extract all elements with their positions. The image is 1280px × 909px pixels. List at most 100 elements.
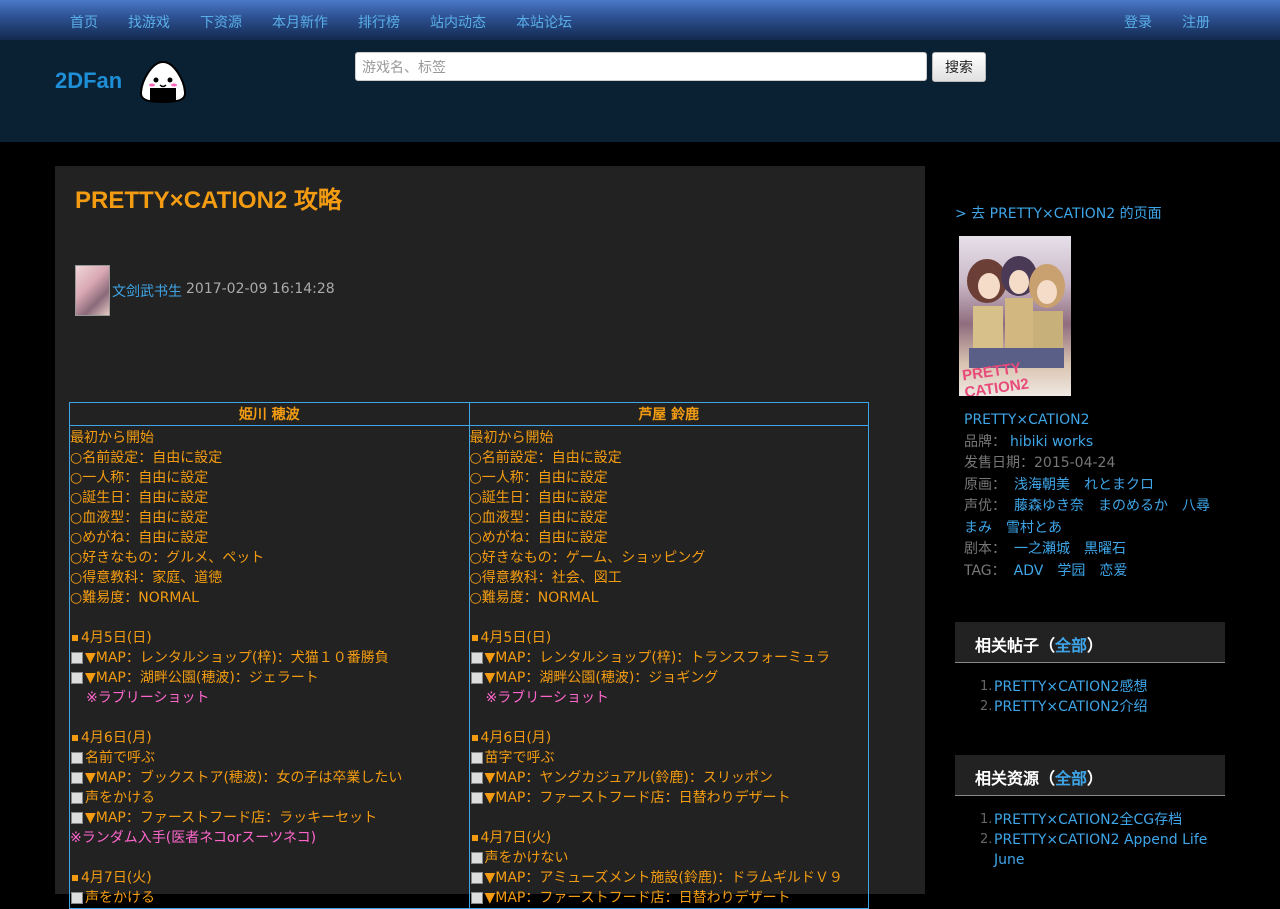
post-date: 2017-02-09 16:14:28 [186,281,335,297]
walkthrough-line: ○一人称：自由に設定 [70,468,469,488]
related-post-link[interactable]: PRETTY×CATION2感想 [994,679,1148,695]
artist-link[interactable]: 浅海朝美 [1014,477,1070,493]
line-text: ○血液型：自由に設定 [70,510,209,526]
line-text: ○難易度：NORMAL [469,590,599,606]
related-resources-all-link[interactable]: 全部 [1055,769,1087,788]
voice-actor-link[interactable]: 藤森ゆき奈 [1014,498,1084,514]
page-title: PRETTY×CATION2 攻略 [75,187,342,214]
walkthrough-line: ▼MAP：アミューズメント施設(鈴鹿)：ドラムギルドＶ９ [470,868,869,888]
walkthrough-line: 4月6日(月) [470,728,869,748]
walkthrough-line: ▼MAP：ブックストア(穂波)：女の子は卒業したい [70,768,469,788]
heroine-route-right: 最初から開始 ○名前設定：自由に設定 ○一人称：自由に設定 ○誕生日：自由に設定 ○血液… [468,425,869,909]
line-text: ※ラブリーショット [485,690,609,706]
line-text: ○名前設定：自由に設定 [70,450,223,466]
line-text: ○誕生日：自由に設定 [70,490,209,506]
table-header-row: 姫川 穂波 芦屋 鈴鹿 [69,402,869,426]
game-page-link[interactable]: > 去 PRETTY×CATION2 的页面 [955,203,1162,223]
checkbox[interactable] [71,772,83,784]
author-link[interactable]: 文剑武书生 [112,281,182,301]
site-logo[interactable]: 2DFan [55,68,122,94]
login-link[interactable]: 登录 [1124,12,1152,32]
walkthrough-line: 最初から開始 [470,428,869,448]
related-posts-all-link[interactable]: 全部 [1055,636,1087,655]
checkbox[interactable] [71,652,83,664]
line-text: ○誕生日：自由に設定 [469,490,608,506]
search-input[interactable] [355,52,927,81]
author-avatar[interactable] [75,265,110,316]
game-title-link[interactable]: PRETTY×CATION2 [964,412,1090,428]
register-link[interactable]: 注册 [1182,12,1210,32]
list-item[interactable]: 1. PRETTY×CATION2全CG存档 [976,810,1216,830]
walkthrough-line: 声をかける [70,888,469,908]
search-button[interactable]: 搜索 [932,52,986,82]
walkthrough-spacer [70,708,469,728]
voice-actor-link[interactable]: まみ [964,520,992,536]
line-text: ▼MAP：レンタルショップ(梓)：犬猫１０番勝負 [85,650,389,666]
nav-downloads[interactable]: 下资源 [200,12,242,32]
checkbox[interactable] [470,672,483,684]
brand-link[interactable]: hibiki works [1010,434,1093,450]
checkbox[interactable] [71,812,83,824]
checkbox[interactable] [71,792,83,804]
line-text: ▼MAP：ブックストア(穂波)：女の子は卒業したい [85,770,403,786]
line-text: 声をかける [85,790,155,806]
line-text: ※ラブリーショット [86,690,210,706]
checkbox[interactable] [470,792,483,804]
checkbox[interactable] [470,852,483,864]
walkthrough-line: ○難易度：NORMAL [470,588,869,608]
line-text: ▼MAP：アミューズメント施設(鈴鹿)：ドラムギルドＶ９ [484,870,843,886]
bullet-square-icon [471,734,478,741]
nav-activity[interactable]: 站内动态 [430,12,486,32]
walkthrough-line: 4月7日(火) [470,828,869,848]
checkbox[interactable] [470,872,483,884]
nav-find-games[interactable]: 找游戏 [128,12,170,32]
list-item[interactable]: 1. PRETTY×CATION2感想 [976,677,1216,697]
bullet-square-icon [72,634,78,641]
line-text: 声をかけない [484,850,569,866]
nav-rankings[interactable]: 排行榜 [358,12,400,32]
voice-actor-link[interactable]: 八尋 [1182,498,1210,514]
checkbox[interactable] [71,672,83,684]
related-resources-list: 1. PRETTY×CATION2全CG存档 2. PRETTY×CATION2 A… [976,810,1216,870]
line-text: 4月5日(日) [81,630,152,646]
line-text: ▼MAP：湖畔公園(穂波)：ジョギング [484,670,719,686]
writer-link[interactable]: 黒曜石 [1084,541,1126,557]
brand-label: 品牌： [964,433,1006,450]
tag-link[interactable]: 学园 [1057,563,1085,579]
voice-actor-link[interactable]: まのめるか [1098,498,1168,514]
related-posts-list: 1. PRETTY×CATION2感想 2. PRETTY×CATION2介绍 [976,677,1216,717]
walkthrough-line: ▼MAP：レンタルショップ(梓)：トランスフォーミュラ [470,648,869,668]
heroine-route-left: 最初から開始 ○名前設定：自由に設定 ○一人称：自由に設定 ○誕生日：自由に設定 ○血液… [69,425,470,909]
writer-link[interactable]: 一之瀬城 [1014,541,1070,557]
list-item[interactable]: 2. PRETTY×CATION2介绍 [976,697,1216,717]
tag-label: TAG： [964,562,1006,579]
list-item[interactable]: 2. PRETTY×CATION2 Append Life June [976,830,1216,870]
nav-forum[interactable]: 本站论坛 [516,12,572,32]
game-info: PRETTY×CATION2 品牌： hibiki works 发售日期：2015… [964,410,1224,582]
related-resource-link[interactable]: PRETTY×CATION2 Append Life June [994,832,1207,868]
walkthrough-line: ○得意教科：社会、図工 [470,568,869,588]
walkthrough-line: ○血液型：自由に設定 [470,508,869,528]
walkthrough-line: ※ラブリーショット [70,688,469,708]
line-text: ○一人称：自由に設定 [469,470,608,486]
walkthrough-line: ○難易度：NORMAL [70,588,469,608]
tag-link[interactable]: 恋爱 [1099,563,1127,579]
line-text: ▼MAP：ヤングカジュアル(鈴鹿)：スリッポン [484,770,773,786]
checkbox[interactable] [470,652,483,664]
nav-home[interactable]: 首页 [70,12,98,32]
line-text: ○めがね：自由に設定 [70,530,209,546]
artist-link[interactable]: れとまクロ [1084,477,1154,493]
voice-actor-link[interactable]: 雪村とあ [1006,520,1062,536]
checkbox[interactable] [470,772,483,784]
game-cover-image[interactable]: PRETTY CATION2 [959,236,1071,396]
related-post-link[interactable]: PRETTY×CATION2介绍 [994,699,1148,715]
related-resource-link[interactable]: PRETTY×CATION2全CG存档 [994,812,1182,828]
column-header: 芦屋 鈴鹿 [468,402,869,426]
checkbox[interactable] [71,752,83,764]
line-text: ○一人称：自由に設定 [70,470,209,486]
bullet-square-icon [471,834,478,841]
tag-link[interactable]: ADV [1014,563,1044,579]
nav-monthly-new[interactable]: 本月新作 [272,12,328,32]
checkbox[interactable] [470,752,483,764]
walkthrough-line: ▼MAP：湖畔公園(穂波)：ジョギング [470,668,869,688]
